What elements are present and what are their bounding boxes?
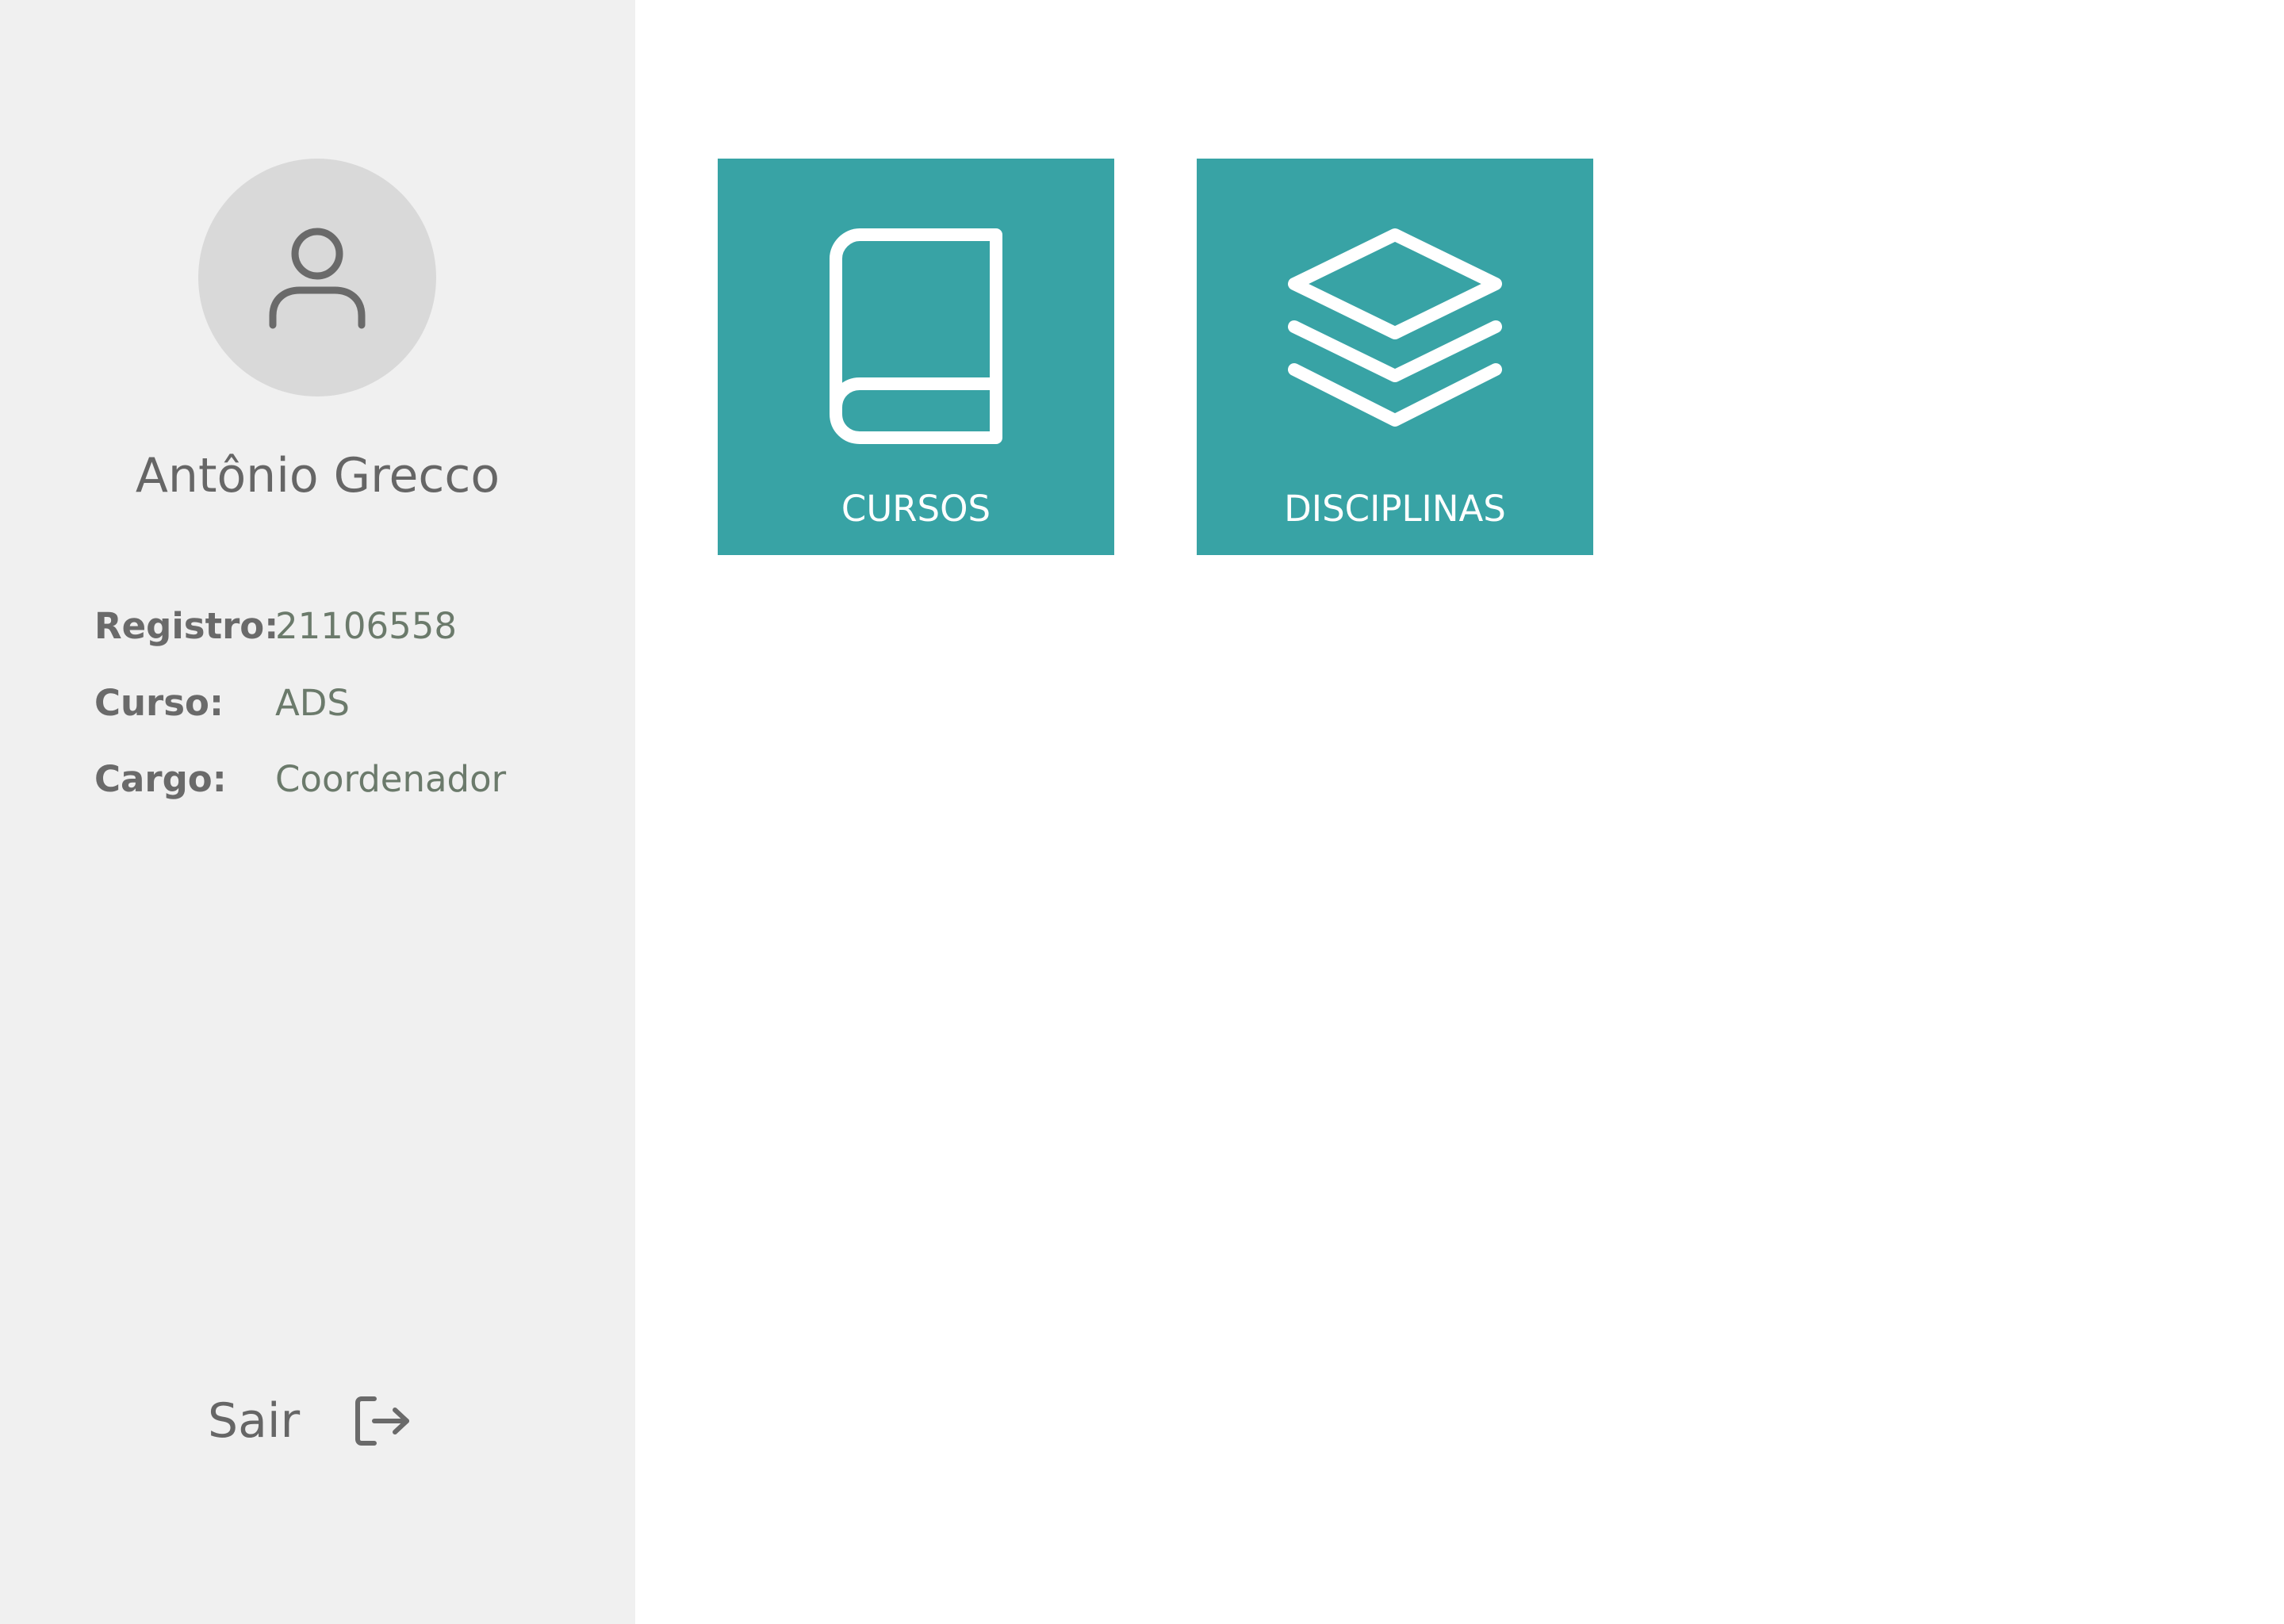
info-value: Coordenador bbox=[275, 758, 507, 800]
sidebar: Antônio Grecco Registro: 21106558 Curso:… bbox=[0, 0, 635, 1624]
tile-label-disciplinas: DISCIPLINAS bbox=[1284, 488, 1506, 530]
user-name: Antônio Grecco bbox=[135, 448, 500, 504]
tile-disciplinas[interactable]: DISCIPLINAS bbox=[1197, 159, 1593, 555]
layers-icon bbox=[1288, 228, 1502, 427]
info-value: ADS bbox=[275, 682, 350, 724]
avatar bbox=[198, 159, 436, 396]
book-icon bbox=[830, 228, 1002, 444]
info-label: Cargo: bbox=[94, 758, 227, 800]
logout-icon bbox=[355, 1396, 410, 1446]
info-label: Curso: bbox=[94, 682, 224, 724]
logout-button[interactable]: Sair bbox=[208, 1389, 411, 1453]
info-label: Registro: bbox=[94, 605, 279, 647]
tile-cursos[interactable]: CURSOS bbox=[718, 159, 1114, 555]
info-value: 21106558 bbox=[275, 605, 458, 647]
logout-label: Sair bbox=[208, 1393, 301, 1449]
user-icon bbox=[269, 228, 366, 329]
tile-label-cursos: CURSOS bbox=[841, 488, 991, 530]
